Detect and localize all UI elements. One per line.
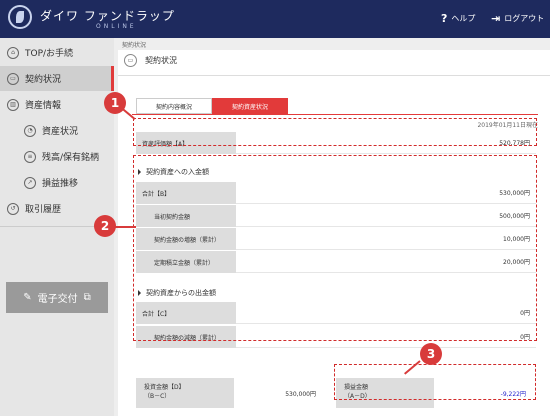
help-label: ヘルプ [451,14,476,23]
highlight-box-1 [133,118,537,146]
contract-icon: ▭ [7,72,19,85]
logout-icon: ⇥ [491,12,501,25]
contract-icon: ▭ [124,54,137,67]
highlight-box-3 [334,364,536,400]
logout-label: ログアウト [504,14,545,23]
tab-underline [132,114,538,115]
e-delivery-label: 電子交付 [37,294,78,305]
sidebar-item-label: 残高/保有銘柄 [42,153,100,163]
investment-label: 投資金額【D】 （B－C） [136,378,234,408]
chart-icon: ▥ [7,98,19,111]
logo-icon[interactable] [8,5,32,29]
sidebar-item-contract[interactable]: ▭ 契約状況 [0,66,114,91]
investment-row: 投資金額【D】 （B－C） 530,000円 [136,378,322,408]
investment-label-line2: （B－C） [144,393,171,400]
logo-subtext: ONLINE [96,23,137,30]
home-icon: ⌂ [7,46,19,59]
history-icon: ↺ [7,202,19,215]
list-icon: ≡ [24,150,36,163]
trend-icon: ↗ [24,176,36,189]
logout-link[interactable]: ⇥ ログアウト [491,12,544,25]
investment-label-line1: 投資金額【D】 [144,384,185,391]
callout-badge-1: 1 [104,92,126,114]
sidebar-item-asset-status[interactable]: ◔ 資産状況 [0,118,114,143]
sidebar-item-label: 取引履歴 [25,205,62,215]
highlight-box-2 [133,155,537,341]
sidebar-item-label: 資産状況 [42,127,79,137]
page-header: ▭ 契約状況 [124,54,177,67]
sidebar-item-top[interactable]: ⌂ TOP/お手続 [0,40,114,65]
e-delivery-button[interactable]: ✎ 電子交付 ⧉ [6,282,108,313]
sidebar-item-pl[interactable]: ↗ 損益推移 [0,170,114,195]
app-header: ダイワ ファンドラップ ONLINE ? ヘルプ ⇥ ログアウト [0,0,550,38]
logo-text[interactable]: ダイワ ファンドラップ [40,7,175,24]
callout-badge-3: 3 [420,343,442,365]
help-link[interactable]: ? ヘルプ [441,12,475,25]
question-icon: ? [441,12,448,25]
sidebar-item-label: TOP/お手続 [25,49,74,59]
pen-icon: ✎ [23,292,32,303]
header-divider [118,75,550,76]
sidebar-item-holdings[interactable]: ≡ 残高/保有銘柄 [0,144,114,169]
external-link-icon: ⧉ [83,292,91,303]
tab-contract-assets[interactable]: 契約資産状況 [212,98,288,114]
page-title: 契約状況 [145,56,177,65]
sidebar-item-label: 契約状況 [25,75,62,85]
tab-contract-overview[interactable]: 契約内容概況 [136,98,212,114]
sidebar-item-label: 損益推移 [42,179,79,189]
investment-value: 530,000円 [285,390,316,398]
breadcrumb: 契約状況 [122,42,147,49]
sidebar-item-label: 資産情報 [25,101,62,111]
callout-badge-2: 2 [94,215,116,237]
sidebar-item-assets[interactable]: ▥ 資産情報 [0,92,114,117]
pie-icon: ◔ [24,124,36,137]
